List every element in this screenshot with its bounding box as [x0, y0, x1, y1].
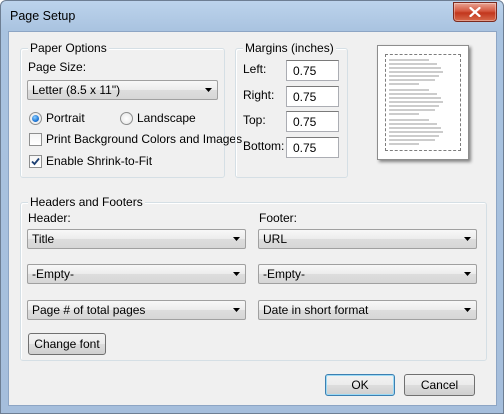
title-bar[interactable]: Page Setup: [1, 1, 503, 31]
cancel-button[interactable]: Cancel: [404, 374, 475, 396]
print-background-checkbox[interactable]: [29, 133, 42, 146]
footer-select-3[interactable]: Date in short format: [258, 300, 477, 320]
page-preview: [377, 45, 469, 160]
headers-footers-title: Headers and Footers: [28, 195, 145, 209]
close-button[interactable]: [453, 2, 497, 22]
chevron-down-icon: [233, 237, 240, 241]
header-select-1[interactable]: Title: [27, 229, 246, 249]
margin-left-input[interactable]: 0.75: [286, 60, 339, 81]
margin-left-label: Left:: [243, 62, 267, 76]
margin-top-label: Top:: [243, 113, 266, 127]
margin-top-value: 0.75: [293, 115, 317, 129]
header-select-1-value: Title: [32, 232, 55, 246]
close-icon: [469, 7, 481, 17]
header-label: Header:: [28, 211, 71, 225]
shrink-to-fit-checkbox[interactable]: [29, 155, 42, 168]
header-select-2-value: -Empty-: [32, 267, 74, 281]
page-size-value: Letter (8.5 x 11"): [32, 83, 121, 97]
footer-select-2-value: -Empty-: [263, 267, 305, 281]
header-select-3[interactable]: Page # of total pages: [27, 300, 246, 320]
landscape-radio[interactable]: [120, 112, 133, 125]
chevron-down-icon: [464, 272, 471, 276]
margins-title: Margins (inches): [243, 41, 336, 55]
chevron-down-icon: [205, 88, 212, 92]
page-size-label: Page Size:: [28, 60, 87, 74]
page-size-select[interactable]: Letter (8.5 x 11"): [27, 80, 218, 100]
dialog-body: Paper Options Page Size: Letter (8.5 x 1…: [8, 31, 497, 406]
ok-label: OK: [351, 378, 369, 392]
landscape-label[interactable]: Landscape: [137, 111, 196, 125]
margin-right-input[interactable]: 0.75: [286, 86, 339, 107]
portrait-radio[interactable]: [29, 112, 42, 125]
margin-left-value: 0.75: [293, 64, 317, 78]
footer-label: Footer:: [259, 211, 298, 225]
page-setup-dialog: Page Setup Paper Options Page Size: Lett…: [0, 0, 504, 414]
print-background-label[interactable]: Print Background Colors and Images: [46, 132, 242, 146]
margin-right-label: Right:: [243, 88, 275, 102]
portrait-label[interactable]: Portrait: [46, 111, 85, 125]
cancel-label: Cancel: [420, 378, 459, 392]
header-select-2[interactable]: -Empty-: [27, 264, 246, 284]
change-font-label: Change font: [34, 337, 100, 351]
chevron-down-icon: [233, 272, 240, 276]
margin-bottom-value: 0.75: [293, 141, 317, 155]
margin-right-value: 0.75: [293, 90, 317, 104]
margin-top-input[interactable]: 0.75: [286, 111, 339, 132]
footer-select-2[interactable]: -Empty-: [258, 264, 477, 284]
checkmark-icon: [31, 157, 40, 166]
window-title: Page Setup: [10, 9, 76, 23]
chevron-down-icon: [464, 237, 471, 241]
margin-bottom-input[interactable]: 0.75: [286, 137, 339, 158]
ok-button[interactable]: OK: [325, 374, 395, 396]
footer-select-3-value: Date in short format: [263, 303, 369, 317]
footer-select-1[interactable]: URL: [258, 229, 477, 249]
chevron-down-icon: [464, 308, 471, 312]
chevron-down-icon: [233, 308, 240, 312]
preview-margin-outline: [385, 54, 461, 151]
footer-select-1-value: URL: [263, 232, 288, 246]
shrink-to-fit-label[interactable]: Enable Shrink-to-Fit: [46, 154, 152, 168]
change-font-button[interactable]: Change font: [28, 333, 106, 355]
header-select-3-value: Page # of total pages: [32, 303, 146, 317]
margin-bottom-label: Bottom:: [243, 139, 285, 153]
paper-options-title: Paper Options: [28, 41, 109, 55]
preview-text-lines: [389, 59, 443, 145]
